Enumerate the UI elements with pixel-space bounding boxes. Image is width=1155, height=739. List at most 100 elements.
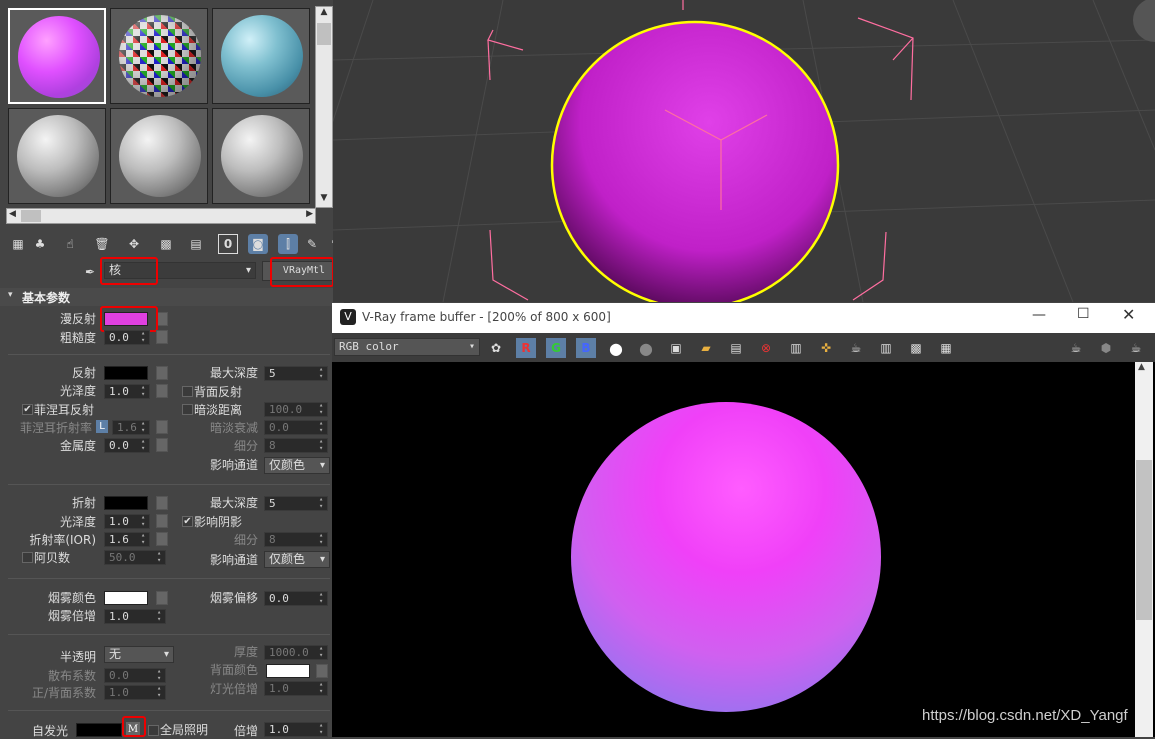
slot-vertical-scrollbar[interactable]: ▲ ▼	[315, 6, 333, 208]
refl-gloss-map-button[interactable]	[156, 384, 168, 398]
scroll-left-icon[interactable]: ◀	[9, 209, 16, 219]
get-material-icon[interactable]: ▦	[8, 234, 28, 254]
refl-affect-channels-dropdown[interactable]: 仅颜色	[264, 457, 330, 474]
refr-gloss-map-button[interactable]	[156, 514, 168, 528]
abbe-checkbox[interactable]	[22, 552, 33, 563]
pick-material-eyedropper-icon[interactable]: ✒	[80, 262, 100, 282]
refl-max-depth-spinner[interactable]: 5	[264, 366, 328, 381]
put-to-library-icon[interactable]: ▤	[186, 234, 206, 254]
material-slot-1[interactable]	[8, 8, 106, 104]
slot-horizontal-scrollbar[interactable]: ◀ ▶	[6, 208, 316, 224]
reflection-map-button[interactable]	[156, 366, 168, 380]
back-color-swatch[interactable]	[266, 664, 310, 678]
self-illum-color-swatch[interactable]	[76, 723, 122, 737]
refl-gloss-spinner[interactable]: 1.0	[104, 384, 150, 399]
link-to-vfb-icon[interactable]: ▥	[876, 338, 896, 358]
back-color-map-button[interactable]	[316, 664, 328, 678]
vfb-scrollbar[interactable]: ▲	[1135, 362, 1153, 737]
abbe-spinner[interactable]: 50.0	[104, 550, 166, 565]
make-unique-icon[interactable]: ▩	[156, 234, 176, 254]
put-to-scene-icon[interactable]: ♣	[30, 234, 50, 254]
self-illum-mult-spinner[interactable]: 1.0	[264, 722, 328, 737]
fresnel-ior-spinner[interactable]: 1.6	[112, 420, 150, 435]
maximize-icon[interactable]: ☐	[1077, 306, 1090, 322]
alpha-channel-icon[interactable]: ●	[606, 338, 626, 358]
close-icon[interactable]: ✕	[1122, 305, 1135, 324]
blue-channel-button[interactable]: B	[576, 338, 596, 358]
dim-distance-checkbox[interactable]	[182, 404, 193, 415]
scroll-right-icon[interactable]: ▶	[306, 209, 313, 219]
viewport-sphere[interactable]	[550, 20, 840, 302]
viewcube-icon[interactable]	[1133, 0, 1155, 42]
fresnel-checkbox[interactable]: ✔	[22, 404, 33, 415]
refr-gloss-spinner[interactable]: 1.0	[104, 514, 150, 529]
dim-distance-spinner[interactable]: 100.0	[264, 402, 328, 417]
delete-icon[interactable]: 🗑	[92, 234, 112, 254]
material-slot-4[interactable]	[8, 108, 106, 204]
metalness-spinner[interactable]: 0.0	[104, 438, 150, 453]
minimize-icon[interactable]: —	[1032, 307, 1046, 323]
fresnel-ior-map-button[interactable]	[156, 420, 168, 434]
light-multiplier-spinner[interactable]: 1.0	[264, 681, 328, 696]
show-shaded-material-icon[interactable]: ◙	[248, 234, 268, 254]
refr-affect-channels-dropdown[interactable]: 仅颜色	[264, 551, 330, 568]
clear-image-icon[interactable]: ▤	[726, 338, 746, 358]
color-channels-icon[interactable]: ✿	[486, 338, 506, 358]
refr-subdivs-spinner[interactable]: 8	[264, 532, 328, 547]
affect-shadows-checkbox[interactable]: ✔	[182, 516, 193, 527]
fog-multiplier-spinner[interactable]: 1.0	[104, 609, 166, 624]
stop-icon[interactable]: ⬢	[1096, 338, 1116, 358]
scroll-thumb[interactable]	[317, 23, 331, 45]
go-to-parent-icon[interactable]: ✎	[302, 234, 322, 254]
vfb-scroll-thumb[interactable]	[1136, 460, 1152, 620]
material-slot-3[interactable]	[212, 8, 310, 104]
translucency-dropdown[interactable]: 无	[104, 646, 174, 663]
material-slot-6[interactable]	[212, 108, 310, 204]
perspective-viewport[interactable]	[333, 0, 1155, 302]
vfb-render-area[interactable]: ▲ https://blog.csdn.net/XD_Yangf	[332, 362, 1155, 737]
fresnel-ior-lock-button[interactable]: L	[96, 420, 108, 433]
fog-color-swatch[interactable]	[104, 591, 148, 605]
refraction-map-button[interactable]	[156, 496, 168, 510]
ior-map-button[interactable]	[156, 532, 168, 546]
show-corrections-icon[interactable]: ▩	[906, 338, 926, 358]
rollout-collapse-icon[interactable]: ▾	[8, 290, 13, 300]
region-render-teapot-icon[interactable]: ☕	[1126, 338, 1146, 358]
rollout-header[interactable]: ▾ 基本参数	[0, 288, 333, 306]
fog-bias-spinner[interactable]: 0.0	[264, 591, 328, 606]
roughness-spinner[interactable]: 0.0	[104, 330, 150, 345]
dim-falloff-spinner[interactable]: 0.0	[264, 420, 328, 435]
green-channel-button[interactable]: G	[546, 338, 566, 358]
thickness-spinner[interactable]: 1000.0	[264, 645, 328, 660]
scatter-coeff-spinner[interactable]: 0.0	[104, 668, 166, 683]
red-channel-button[interactable]: R	[516, 338, 536, 358]
pixel-info-icon[interactable]: ▦	[936, 338, 956, 358]
channel-dropdown[interactable]: RGB color	[334, 338, 480, 356]
duplicate-to-mfb-icon[interactable]: ▥	[786, 338, 806, 358]
stop-render-icon[interactable]: ⊗	[756, 338, 776, 358]
fwd-bck-coeff-spinner[interactable]: 1.0	[104, 685, 166, 700]
assign-to-selection-icon[interactable]: ☝	[60, 234, 80, 254]
scroll-up-icon[interactable]: ▲	[316, 7, 332, 21]
show-end-result-icon[interactable]: ⫿	[278, 234, 298, 254]
refr-max-depth-spinner[interactable]: 5	[264, 496, 328, 511]
hscroll-thumb[interactable]	[21, 210, 41, 222]
refl-subdivs-spinner[interactable]: 8	[264, 438, 328, 453]
mono-channel-icon[interactable]: ●	[636, 338, 656, 358]
gi-checkbox[interactable]	[148, 725, 159, 736]
refraction-color-swatch[interactable]	[104, 496, 148, 510]
backside-reflect-checkbox[interactable]	[182, 386, 193, 397]
material-id-channel-icon[interactable]: 0	[218, 234, 238, 254]
material-slot-5[interactable]	[110, 108, 208, 204]
roughness-map-button[interactable]	[156, 330, 168, 344]
save-image-icon[interactable]: ▣	[666, 338, 686, 358]
material-slot-2[interactable]	[110, 8, 208, 104]
metalness-map-button[interactable]	[156, 438, 168, 452]
render-teapot-icon[interactable]: ☕	[1066, 338, 1086, 358]
fog-color-map-button[interactable]	[156, 591, 168, 605]
render-region-icon[interactable]: ☕	[846, 338, 866, 358]
make-copy-icon[interactable]: ✥	[124, 234, 144, 254]
reflection-color-swatch[interactable]	[104, 366, 148, 380]
track-mouse-icon[interactable]: ✜	[816, 338, 836, 358]
ior-spinner[interactable]: 1.6	[104, 532, 150, 547]
